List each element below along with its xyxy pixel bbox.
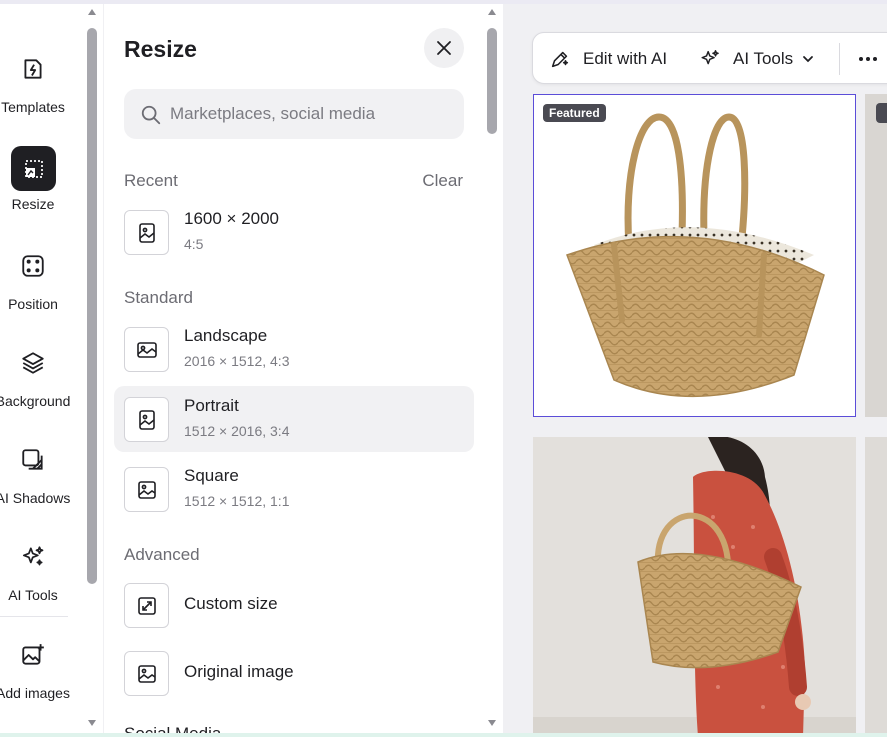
original-image-icon xyxy=(124,651,169,696)
square-image-icon xyxy=(124,467,169,512)
ai-shadows-icon xyxy=(18,445,48,475)
resize-option-recent[interactable]: 1600 × 2000 4:5 xyxy=(114,199,474,265)
close-button[interactable] xyxy=(424,28,464,68)
standard-heading: Standard xyxy=(124,288,193,307)
search-box[interactable] xyxy=(124,89,464,139)
option-title: Custom size xyxy=(184,594,278,613)
badge-partial xyxy=(876,103,887,123)
templates-icon xyxy=(18,54,48,84)
scroll-up-icon[interactable] xyxy=(487,8,497,16)
portrait-image-icon xyxy=(124,397,169,442)
resize-option-landscape[interactable]: Landscape 2016 × 1512, 4:3 xyxy=(114,316,474,382)
option-title: Portrait xyxy=(184,396,239,415)
nav-item-ai-tools[interactable]: AI Tools xyxy=(0,542,68,620)
search-icon xyxy=(141,105,161,125)
nav-item-resize[interactable]: Resize xyxy=(0,146,68,224)
background-icon xyxy=(18,348,48,378)
option-title: Original image xyxy=(184,662,294,681)
option-subtitle: 2016 × 1512, 4:3 xyxy=(184,353,290,369)
panel-scrollbar[interactable] xyxy=(487,8,497,729)
resize-option-square[interactable]: Square 1512 × 1512, 1:1 xyxy=(114,456,474,522)
nav-item-position[interactable]: Position xyxy=(0,251,68,329)
floating-toolbar: Edit with AI AI Tools xyxy=(532,32,887,84)
model-with-bag-image xyxy=(533,437,856,733)
nav-label: Add images xyxy=(0,685,70,701)
option-subtitle: 1512 × 2016, 3:4 xyxy=(184,423,290,439)
left-nav-rail: Templates Resize Position Background AI xyxy=(0,4,90,733)
nav-scroll-thumb[interactable] xyxy=(87,28,97,584)
resize-icon xyxy=(11,146,56,191)
resize-option-portrait[interactable]: Portrait 1512 × 2016, 3:4 xyxy=(114,386,474,452)
nav-label: Background xyxy=(0,393,71,409)
option-title: 1600 × 2000 xyxy=(184,209,280,228)
nav-item-add-images[interactable]: Add images xyxy=(0,640,70,718)
close-icon xyxy=(437,41,451,55)
custom-size-icon xyxy=(124,583,169,628)
basket-bag-image xyxy=(566,113,825,397)
edit-with-ai-button[interactable]: Edit with AI xyxy=(549,33,667,85)
gallery-card-partial-top[interactable] xyxy=(865,94,887,417)
image-icon xyxy=(124,210,169,255)
panel-scroll-thumb[interactable] xyxy=(487,28,497,134)
social-media-heading: Social Media xyxy=(124,724,221,733)
resize-option-custom-size[interactable]: Custom size xyxy=(114,572,474,638)
clear-recent-button[interactable]: Clear xyxy=(422,171,463,191)
gallery-card-partial-bottom[interactable] xyxy=(865,437,887,733)
gallery-card-featured[interactable]: Featured xyxy=(533,94,856,417)
nav-item-background[interactable]: Background xyxy=(0,348,70,426)
app-root: Templates Resize Position Background AI xyxy=(0,0,887,737)
featured-badge: Featured xyxy=(543,104,606,122)
scroll-down-icon[interactable] xyxy=(87,719,97,727)
nav-item-templates[interactable]: Templates xyxy=(0,54,68,132)
scroll-up-icon[interactable] xyxy=(87,8,97,16)
ai-tools-dropdown[interactable]: AI Tools xyxy=(699,33,815,85)
nav-label: Templates xyxy=(1,99,65,115)
nav-item-ai-shadows[interactable]: AI Shadows xyxy=(0,445,70,523)
option-title: Landscape xyxy=(184,326,268,345)
advanced-heading: Advanced xyxy=(124,545,200,564)
scroll-down-icon[interactable] xyxy=(487,719,497,727)
bottom-border xyxy=(0,733,887,737)
sparkles-icon xyxy=(701,50,719,65)
option-title: Square xyxy=(184,466,239,485)
nav-label: Resize xyxy=(11,196,55,212)
ai-tools-icon xyxy=(18,542,48,572)
option-subtitle: 1512 × 1512, 1:1 xyxy=(184,493,290,509)
more-options-button[interactable] xyxy=(858,33,878,85)
nav-label: Position xyxy=(8,296,58,312)
position-icon xyxy=(18,251,48,281)
magic-pen-icon xyxy=(551,51,569,68)
nav-scrollbar[interactable] xyxy=(87,8,97,729)
nav-label: AI Tools xyxy=(8,587,58,603)
toolbar-divider xyxy=(839,43,840,75)
nav-divider xyxy=(0,616,68,617)
search-input[interactable] xyxy=(170,102,450,126)
canvas-area: Edit with AI AI Tools Featured xyxy=(503,4,887,733)
ai-tools-label: AI Tools xyxy=(733,49,794,68)
chevron-down-icon xyxy=(803,56,814,63)
add-images-icon xyxy=(18,640,48,670)
more-icon xyxy=(859,57,877,61)
landscape-image-icon xyxy=(124,327,169,372)
resize-panel: Resize Recent Clear 1600 × 2000 4:5 Stan… xyxy=(103,4,501,733)
nav-label: AI Shadows xyxy=(0,490,71,506)
panel-title: Resize xyxy=(124,36,197,62)
gallery-card-model[interactable] xyxy=(533,437,856,733)
option-subtitle: 4:5 xyxy=(184,236,204,252)
recent-heading: Recent xyxy=(124,171,178,190)
edit-with-ai-label: Edit with AI xyxy=(583,49,668,68)
resize-option-original-image[interactable]: Original image xyxy=(114,640,474,706)
